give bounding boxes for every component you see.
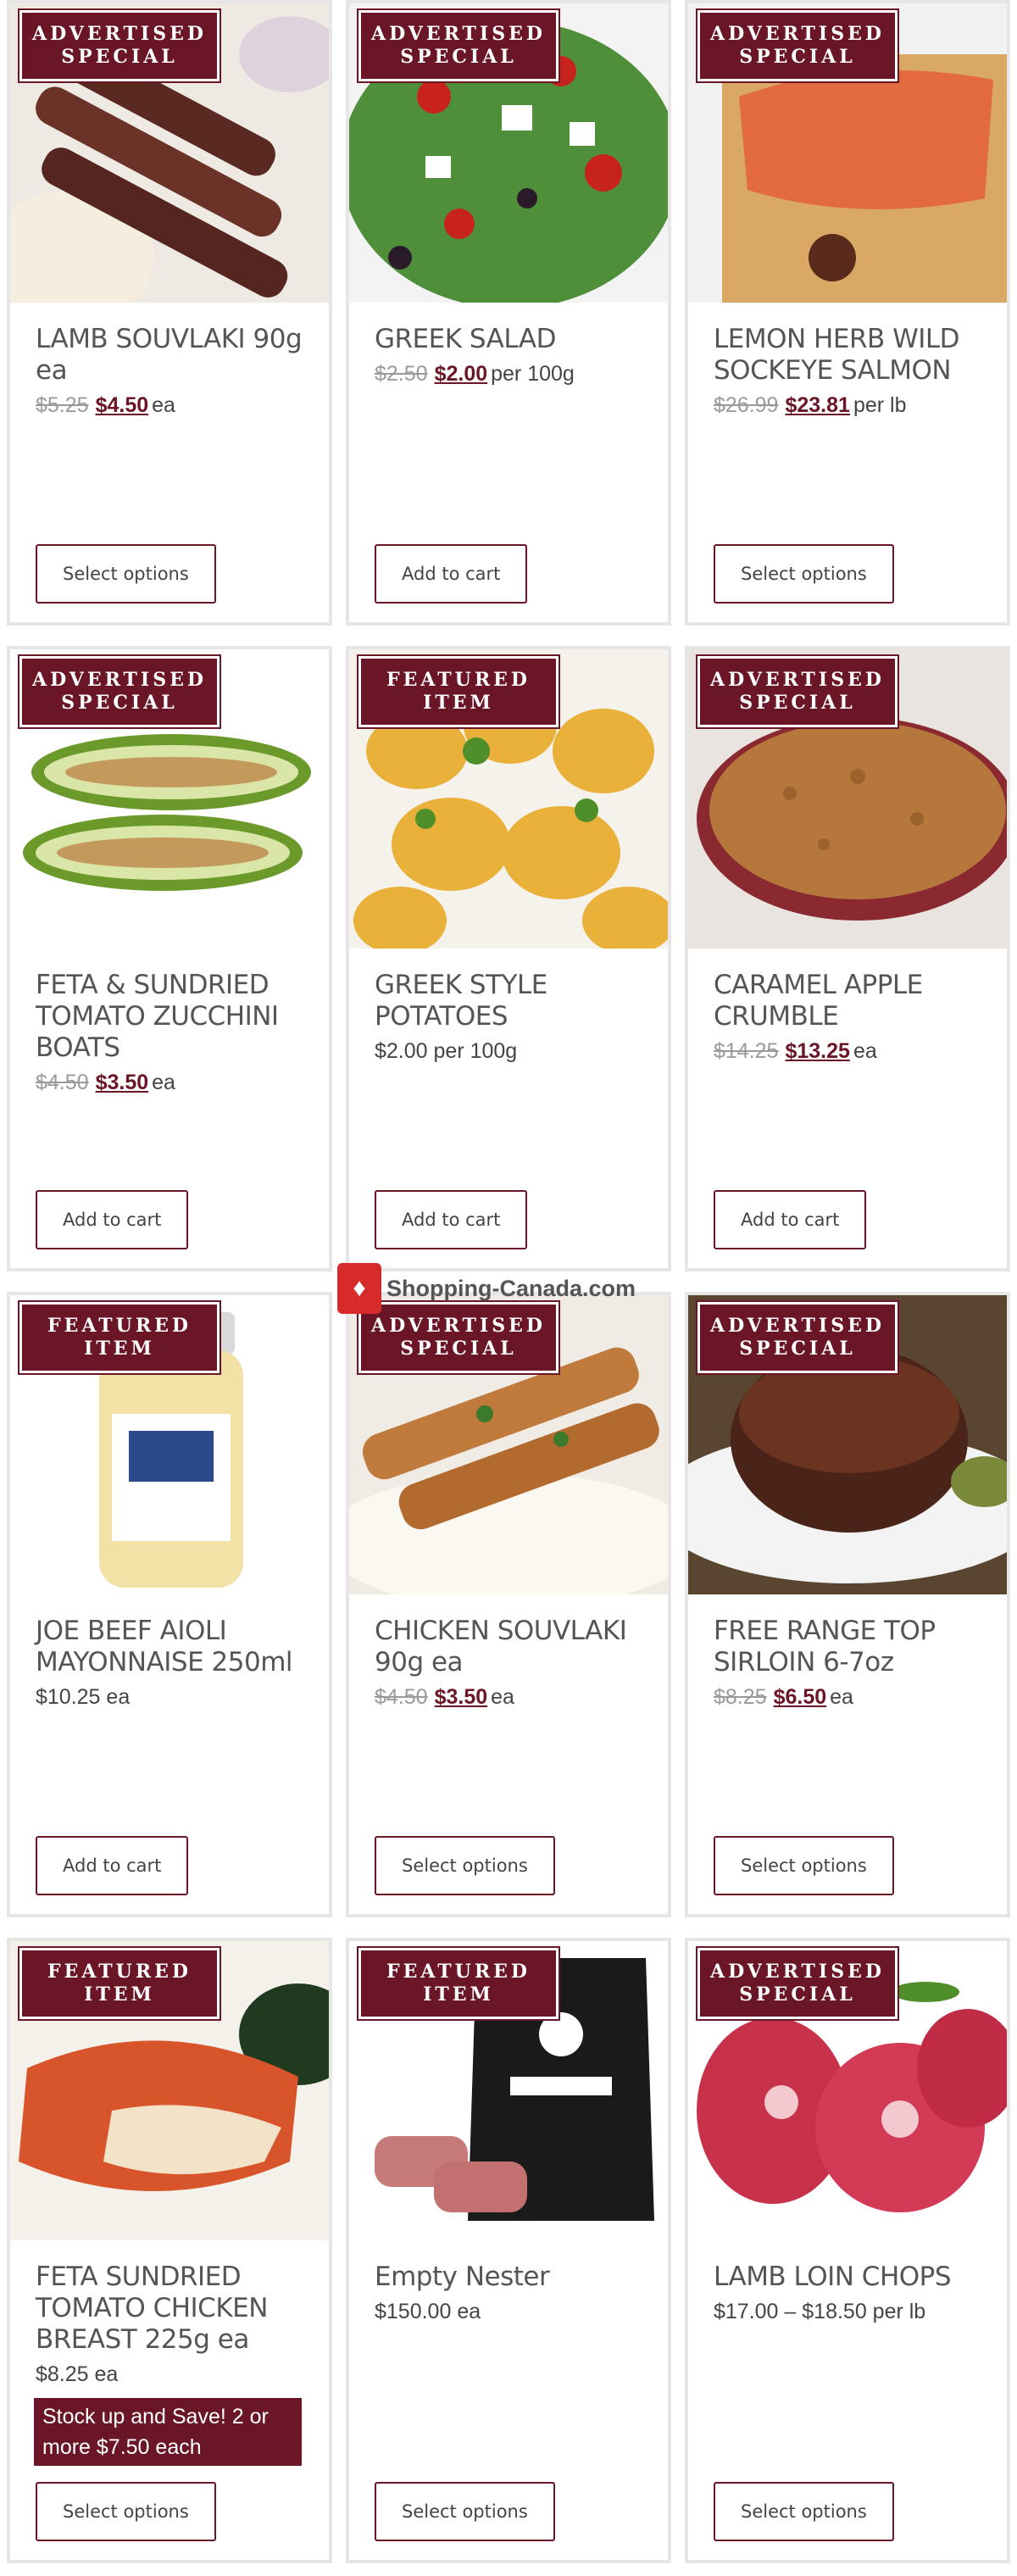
add-to-cart-button[interactable]: Add to cart bbox=[375, 1190, 528, 1249]
select-options-button[interactable]: Select options bbox=[375, 2482, 555, 2541]
product-card[interactable]: ADVERTISED SPECIAL CARAMEL APPLE CRUMBLE… bbox=[685, 646, 1010, 1271]
product-card[interactable]: ADVERTISED SPECIAL LEMON HERB WILD SOCKE… bbox=[685, 0, 1010, 626]
watermark: ♦ Shopping-Canada.com bbox=[337, 1263, 636, 1314]
product-card[interactable]: ADVERTISED SPECIAL GREEK SALAD $2.50 $2.0… bbox=[346, 0, 671, 626]
product-card[interactable]: ADVERTISED SPECIAL FETA & SUNDRIED TOMAT… bbox=[7, 646, 332, 1271]
price-unit: ea bbox=[830, 1685, 853, 1709]
promo-banner: Stock up and Save! 2 or more $7.50 each bbox=[34, 2398, 302, 2466]
featured-item-badge: FEATURED ITEM bbox=[357, 654, 560, 729]
product-title[interactable]: LAMB LOIN CHOPS bbox=[714, 2262, 990, 2293]
product-price: $17.00 – $18.50 per lb bbox=[714, 2296, 990, 2327]
sale-price: $23.81 bbox=[785, 393, 850, 417]
product-title[interactable]: FREE RANGE TOP SIRLOIN 6-7oz bbox=[714, 1616, 990, 1678]
advertised-special-badge: ADVERTISED SPECIAL bbox=[696, 1300, 899, 1375]
product-title[interactable]: LEMON HERB WILD SOCKEYE SALMON bbox=[714, 324, 990, 387]
advertised-special-badge: ADVERTISED SPECIAL bbox=[696, 8, 899, 83]
old-price: $14.25 bbox=[714, 1039, 779, 1063]
select-options-button[interactable]: Select options bbox=[36, 544, 216, 604]
product-card[interactable]: ADVERTISED SPECIAL CHICKEN SOUVLAKI 90g … bbox=[346, 1292, 671, 1917]
product-title[interactable]: GREEK SALAD bbox=[375, 324, 651, 355]
old-price: $4.50 bbox=[36, 1071, 89, 1094]
old-price: $8.25 bbox=[714, 1685, 767, 1709]
select-options-button[interactable]: Select options bbox=[375, 1836, 555, 1895]
advertised-special-badge: ADVERTISED SPECIAL bbox=[696, 654, 899, 729]
product-title[interactable]: GREEK STYLE POTATOES bbox=[375, 970, 651, 1032]
add-to-cart-button[interactable]: Add to cart bbox=[375, 544, 528, 604]
price-unit: $10.25 ea bbox=[36, 1685, 131, 1709]
product-price: $10.25 ea bbox=[36, 1682, 312, 1712]
price-unit: $8.25 ea bbox=[36, 2362, 119, 2386]
select-options-button[interactable]: Select options bbox=[714, 2482, 894, 2541]
advertised-special-badge: ADVERTISED SPECIAL bbox=[357, 8, 560, 83]
sale-price: $2.00 bbox=[434, 362, 488, 386]
watermark-text: Shopping-Canada.com bbox=[386, 1275, 636, 1301]
old-price: $4.50 bbox=[375, 1685, 428, 1709]
price-unit: per lb bbox=[853, 393, 907, 417]
price-unit: ea bbox=[853, 1039, 877, 1063]
price-unit: ea bbox=[152, 393, 175, 417]
select-options-button[interactable]: Select options bbox=[714, 544, 894, 604]
product-price: $14.25 $13.25 ea bbox=[714, 1036, 990, 1066]
price-unit: $150.00 ea bbox=[375, 2300, 481, 2323]
product-price: $4.50 $3.50 ea bbox=[375, 1682, 651, 1712]
product-card[interactable]: FEATURED ITEM JOE BEEF AIOLI MAYONNAISE … bbox=[7, 1292, 332, 1917]
product-price: $2.50 $2.00 per 100g bbox=[375, 359, 651, 389]
product-price: $2.00 per 100g bbox=[375, 1036, 651, 1066]
add-to-cart-button[interactable]: Add to cart bbox=[36, 1190, 189, 1249]
advertised-special-badge: ADVERTISED SPECIAL bbox=[18, 8, 221, 83]
product-card[interactable]: ADVERTISED SPECIAL LAMB SOUVLAKI 90g ea … bbox=[7, 0, 332, 626]
product-price: $8.25 ea bbox=[36, 2359, 312, 2390]
featured-item-badge: FEATURED ITEM bbox=[357, 1946, 560, 2021]
product-title[interactable]: LAMB SOUVLAKI 90g ea bbox=[36, 324, 312, 387]
select-options-button[interactable]: Select options bbox=[714, 1836, 894, 1895]
price-unit: ea bbox=[491, 1685, 514, 1709]
product-card[interactable]: FEATURED ITEM Empty Nester $150.00 ea Se… bbox=[346, 1938, 671, 2563]
sale-price: $6.50 bbox=[773, 1685, 827, 1709]
featured-item-badge: FEATURED ITEM bbox=[18, 1946, 221, 2021]
product-card[interactable]: ADVERTISED SPECIAL LAMB LOIN CHOPS $17.0… bbox=[685, 1938, 1010, 2563]
advertised-special-badge: ADVERTISED SPECIAL bbox=[18, 654, 221, 729]
shopping-bag-maple-icon: ♦ bbox=[337, 1263, 381, 1314]
sale-price: $13.25 bbox=[785, 1039, 850, 1063]
price-unit: $17.00 – $18.50 per lb bbox=[714, 2300, 926, 2323]
old-price: $5.25 bbox=[36, 393, 89, 417]
product-card[interactable]: FEATURED ITEM GREEK STYLE POTATOES $2.00… bbox=[346, 646, 671, 1271]
product-card[interactable]: ADVERTISED SPECIAL FREE RANGE TOP SIRLOI… bbox=[685, 1292, 1010, 1917]
select-options-button[interactable]: Select options bbox=[36, 2482, 216, 2541]
price-unit: per 100g bbox=[491, 362, 575, 386]
featured-item-badge: FEATURED ITEM bbox=[18, 1300, 221, 1375]
add-to-cart-button[interactable]: Add to cart bbox=[36, 1836, 189, 1895]
product-price: $4.50 $3.50 ea bbox=[36, 1067, 312, 1098]
product-price: $26.99 $23.81 per lb bbox=[714, 390, 990, 420]
price-unit: ea bbox=[152, 1071, 175, 1094]
product-card[interactable]: FEATURED ITEM FETA SUNDRIED TOMATO CHICK… bbox=[7, 1938, 332, 2563]
product-title[interactable]: CHICKEN SOUVLAKI 90g ea bbox=[375, 1616, 651, 1678]
old-price: $2.50 bbox=[375, 362, 428, 386]
product-title[interactable]: JOE BEEF AIOLI MAYONNAISE 250ml bbox=[36, 1616, 312, 1678]
product-title[interactable]: Empty Nester bbox=[375, 2262, 651, 2293]
product-price: $150.00 ea bbox=[375, 2296, 651, 2327]
product-price: $8.25 $6.50 ea bbox=[714, 1682, 990, 1712]
sale-price: $3.50 bbox=[434, 1685, 488, 1709]
product-title[interactable]: CARAMEL APPLE CRUMBLE bbox=[714, 970, 990, 1032]
old-price: $26.99 bbox=[714, 393, 779, 417]
sale-price: $3.50 bbox=[95, 1071, 149, 1094]
product-price: $5.25 $4.50 ea bbox=[36, 390, 312, 420]
product-title[interactable]: FETA SUNDRIED TOMATO CHICKEN BREAST 225g… bbox=[36, 2262, 312, 2356]
add-to-cart-button[interactable]: Add to cart bbox=[714, 1190, 867, 1249]
product-title[interactable]: FETA & SUNDRIED TOMATO ZUCCHINI BOATS bbox=[36, 970, 312, 1064]
price-unit: $2.00 per 100g bbox=[375, 1039, 518, 1063]
advertised-special-badge: ADVERTISED SPECIAL bbox=[696, 1946, 899, 2021]
sale-price: $4.50 bbox=[95, 393, 149, 417]
